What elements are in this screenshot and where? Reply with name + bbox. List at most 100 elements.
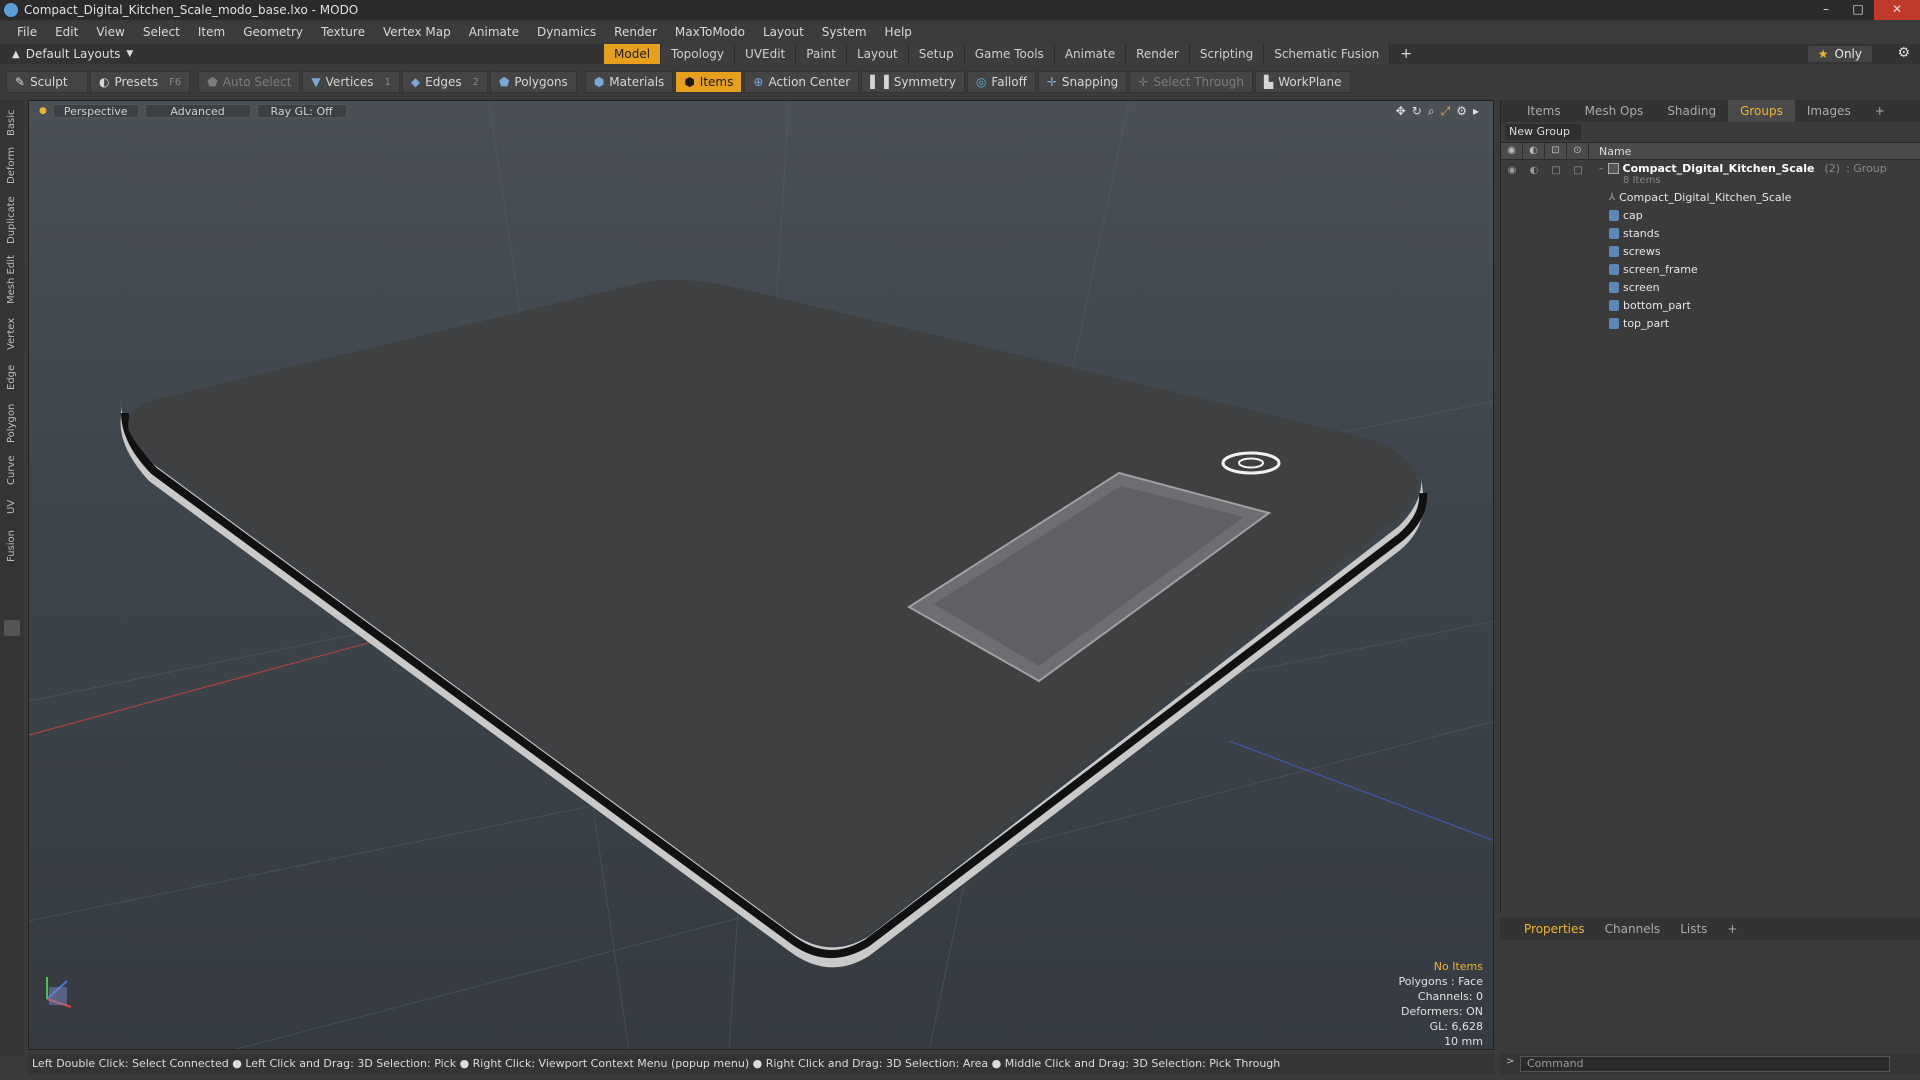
- new-group-button[interactable]: New Group: [1505, 124, 1581, 140]
- workplane-icon: ▙: [1263, 75, 1274, 89]
- presets-button[interactable]: ◐ Presets F6: [90, 71, 191, 93]
- group-row[interactable]: ◉ ◐ □ □ – Compact_Digital_Kitchen_Scale (2)…: [1501, 162, 1911, 188]
- workplane-button[interactable]: ▙ WorkPlane: [1254, 71, 1351, 93]
- close-button[interactable]: ✕: [1874, 0, 1920, 20]
- select-through-button[interactable]: ✛ Select Through: [1129, 71, 1253, 93]
- menu-texture[interactable]: Texture: [312, 25, 374, 39]
- mesh-icon: [1609, 317, 1619, 329]
- tab-setup[interactable]: Setup: [908, 44, 965, 64]
- menu-animate[interactable]: Animate: [460, 25, 528, 39]
- symmetry-button[interactable]: ▌▐ Symmetry: [861, 71, 965, 93]
- eye-icon[interactable]: ◉: [1501, 162, 1523, 180]
- tab-paint[interactable]: Paint: [796, 44, 847, 64]
- group-items-count: 8 Items: [1623, 175, 1661, 186]
- menu-geometry[interactable]: Geometry: [234, 25, 312, 39]
- auto-select-button[interactable]: ⬟ Auto Select: [198, 71, 301, 93]
- select-toggle-icon[interactable]: □: [1567, 162, 1589, 180]
- menu-render[interactable]: Render: [605, 25, 666, 39]
- select-through-icon: ✛: [1138, 75, 1149, 89]
- menu-help[interactable]: Help: [876, 25, 921, 39]
- tab-properties[interactable]: Properties: [1514, 918, 1595, 940]
- minimize-button[interactable]: –: [1810, 0, 1842, 20]
- menu-vertex-map[interactable]: Vertex Map: [374, 25, 460, 39]
- tab-topology[interactable]: Topology: [661, 44, 736, 64]
- tab-model[interactable]: Model: [604, 44, 662, 64]
- 3d-viewport[interactable]: ● Perspective Advanced Ray GL: Off ✥ ↻ ⌕…: [28, 100, 1494, 1050]
- list-item[interactable]: bottom_part: [1501, 296, 1911, 314]
- render-toggle-icon[interactable]: ◐: [1523, 162, 1545, 180]
- tool-strip-toggle[interactable]: [4, 620, 20, 636]
- tab-uvedit[interactable]: UVEdit: [735, 44, 797, 64]
- list-item[interactable]: cap: [1501, 206, 1911, 224]
- vtab-fusion[interactable]: Fusion: [0, 526, 24, 566]
- maximize-button[interactable]: □: [1842, 0, 1874, 20]
- select-icon[interactable]: ⊙: [1567, 142, 1589, 160]
- menu-maxtomodo[interactable]: MaxToModo: [666, 25, 754, 39]
- sculpt-button[interactable]: ✎ Sculpt: [6, 71, 88, 93]
- tab-render[interactable]: Render: [1126, 44, 1190, 64]
- polygons-button[interactable]: ⬟ Polygons: [489, 71, 577, 93]
- tab-schematic-fusion[interactable]: Schematic Fusion: [1264, 44, 1391, 64]
- list-item[interactable]: top_part: [1501, 314, 1911, 332]
- vtab-vertex[interactable]: Vertex: [0, 314, 24, 354]
- tab-channels[interactable]: Channels: [1595, 918, 1671, 940]
- lock-icon[interactable]: ⊡: [1545, 142, 1567, 160]
- list-item[interactable]: screws: [1501, 242, 1911, 260]
- menu-system[interactable]: System: [813, 25, 876, 39]
- vtab-curve[interactable]: Curve: [0, 452, 24, 488]
- collapse-arrow-icon[interactable]: –: [1599, 164, 1604, 174]
- vtab-duplicate[interactable]: Duplicate: [0, 194, 24, 246]
- tab-images[interactable]: Images: [1795, 100, 1863, 122]
- menu-item[interactable]: Item: [189, 25, 234, 39]
- name-column-header[interactable]: Name: [1589, 145, 1631, 158]
- layout-dropdown[interactable]: ▲ Default Layouts ▼: [12, 47, 133, 61]
- falloff-button[interactable]: ◎ Falloff: [966, 71, 1036, 93]
- vtab-polygon[interactable]: Polygon: [0, 400, 24, 446]
- menu-file[interactable]: File: [8, 25, 46, 39]
- tab-scripting[interactable]: Scripting: [1189, 44, 1265, 64]
- tab-groups[interactable]: Groups: [1728, 100, 1795, 122]
- vtab-basic[interactable]: Basic: [0, 106, 24, 140]
- list-item[interactable]: stands: [1501, 224, 1911, 242]
- vtab-mesh-edit[interactable]: Mesh Edit: [0, 254, 24, 306]
- lock-toggle-icon[interactable]: □: [1545, 162, 1567, 180]
- command-arrow-icon: >: [1506, 1056, 1515, 1067]
- menu-edit[interactable]: Edit: [46, 25, 87, 39]
- only-button[interactable]: ★ Only: [1807, 46, 1872, 62]
- tab-layout[interactable]: Layout: [846, 44, 909, 64]
- presets-shortcut: F6: [169, 76, 182, 88]
- menu-view[interactable]: View: [87, 25, 133, 39]
- command-input[interactable]: Command: [1520, 1056, 1890, 1072]
- edges-button[interactable]: ◆ Edges 2: [401, 71, 488, 93]
- tab-lists[interactable]: Lists: [1670, 918, 1717, 940]
- items-button[interactable]: ⬢ Items: [675, 71, 743, 93]
- menu-layout[interactable]: Layout: [754, 25, 813, 39]
- vertices-button[interactable]: ▼ Vertices 1: [302, 71, 400, 93]
- vtab-edge[interactable]: Edge: [0, 360, 24, 394]
- item-label: top_part: [1623, 316, 1670, 330]
- vtab-uv[interactable]: UV: [0, 494, 24, 520]
- action-center-label: Action Center: [768, 75, 851, 89]
- render-icon[interactable]: ◐: [1523, 142, 1545, 160]
- add-properties-tab-button[interactable]: +: [1717, 918, 1747, 940]
- list-item[interactable]: screen_frame: [1501, 260, 1911, 278]
- menu-dynamics[interactable]: Dynamics: [528, 25, 605, 39]
- snapping-button[interactable]: ✛ Snapping: [1037, 71, 1128, 93]
- tab-mesh-ops[interactable]: Mesh Ops: [1573, 100, 1656, 122]
- menu-select[interactable]: Select: [134, 25, 189, 39]
- tab-game-tools[interactable]: Game Tools: [964, 44, 1055, 64]
- mesh-icon: [1609, 281, 1619, 293]
- tab-items[interactable]: Items: [1515, 100, 1573, 122]
- visibility-eye-icon[interactable]: ◉: [1501, 142, 1523, 160]
- list-item[interactable]: ⅄ Compact_Digital_Kitchen_Scale: [1501, 188, 1911, 206]
- tab-shading[interactable]: Shading: [1655, 100, 1728, 122]
- tab-animate[interactable]: Animate: [1054, 44, 1127, 64]
- gear-icon[interactable]: ⚙: [1897, 45, 1910, 61]
- list-item[interactable]: screen: [1501, 278, 1911, 296]
- add-tab-button[interactable]: +: [1390, 44, 1422, 64]
- materials-button[interactable]: ⬢ Materials: [584, 71, 674, 93]
- add-panel-tab-button[interactable]: +: [1863, 100, 1897, 122]
- action-center-button[interactable]: ⊕ Action Center: [744, 71, 860, 93]
- vtab-deform[interactable]: Deform: [0, 144, 24, 186]
- brush-icon: ✎: [15, 75, 26, 89]
